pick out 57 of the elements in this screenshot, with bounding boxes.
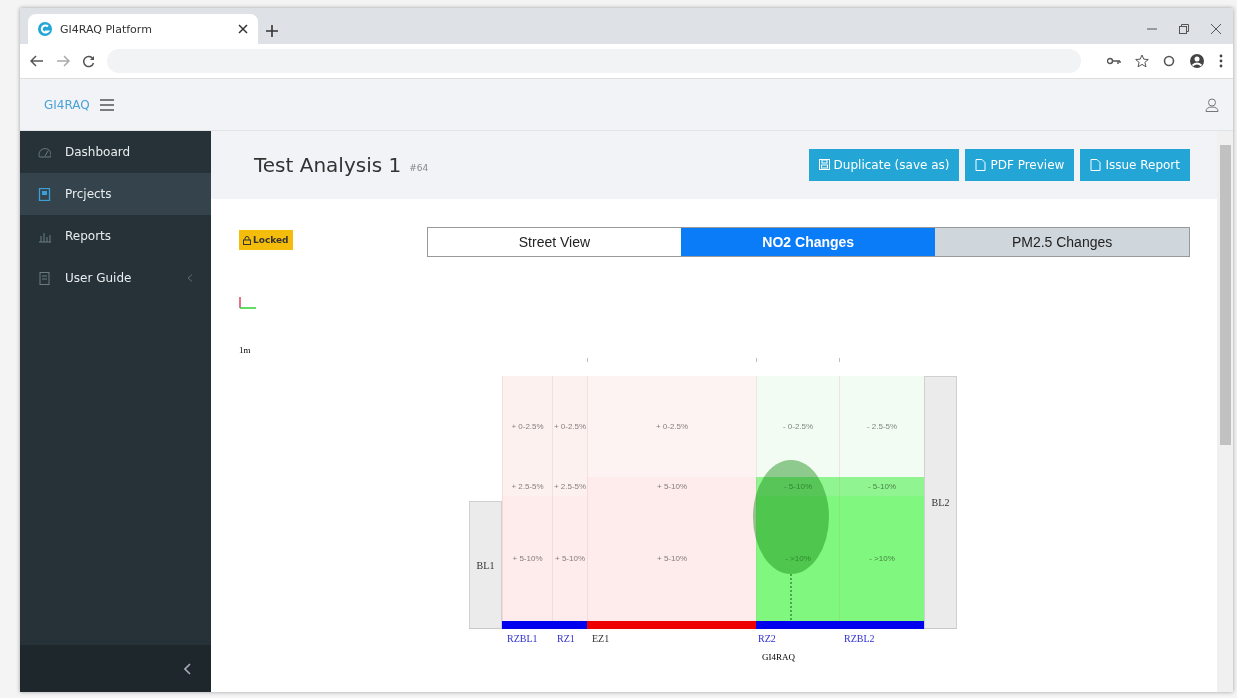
key-icon[interactable] <box>1107 57 1121 65</box>
lock-icon <box>243 235 251 245</box>
save-icon <box>818 159 830 171</box>
zone-label: EZ1 <box>592 633 610 644</box>
record-id: #64 <box>409 163 429 173</box>
change-cell: + 0-2.5% <box>552 376 587 477</box>
building-label: BL1 <box>476 559 495 571</box>
change-cell: + 5-10% <box>587 496 756 621</box>
zone-label: RZBL1 <box>507 633 538 644</box>
new-tab-icon[interactable] <box>266 25 278 37</box>
change-cell: - 5-10% <box>839 477 924 496</box>
change-cell: - >10% <box>839 496 924 621</box>
circle-icon[interactable] <box>1163 55 1175 67</box>
page-title: Test Analysis 1 <box>254 153 402 177</box>
sidebar-item[interactable]: Prcjects <box>20 173 211 215</box>
sidebar-item[interactable]: Dashboard <box>20 131 211 173</box>
back-icon[interactable] <box>30 55 44 67</box>
scrollbar-thumb[interactable] <box>1219 145 1231 445</box>
star-icon[interactable] <box>1135 54 1149 68</box>
sidebar-item[interactable]: User Guide <box>20 257 211 299</box>
view-tab[interactable]: NO2 Changes <box>681 228 936 256</box>
axis-icon <box>239 297 257 309</box>
zone-label: RZ2 <box>758 633 776 644</box>
zone-label: RZBL2 <box>844 633 875 644</box>
zone-label: RZ1 <box>557 633 575 644</box>
close-icon[interactable] <box>1211 24 1221 34</box>
change-cell: + 5-10% <box>587 477 756 496</box>
chevron-icon[interactable] <box>184 662 191 675</box>
nav-icon <box>38 271 51 285</box>
restore-icon[interactable] <box>1179 24 1189 34</box>
change-cell: + 5-10% <box>502 496 552 621</box>
tab-title: GI4RAQ Platform <box>60 22 153 36</box>
scale-label: 1m <box>239 345 251 355</box>
change-cell: + 0-2.5% <box>587 376 756 477</box>
browser-tab[interactable]: GI4RAQ Platform <box>28 14 258 44</box>
change-cell: - 0-2.5% <box>756 376 839 477</box>
logo-icon <box>38 22 52 36</box>
document-icon <box>975 159 987 171</box>
sidebar-item[interactable]: Reports <box>20 215 211 257</box>
user-icon[interactable] <box>1205 97 1219 112</box>
view-tab[interactable]: PM2.5 Changes <box>935 228 1189 256</box>
close-icon[interactable] <box>238 24 248 34</box>
change-cell: + 5-10% <box>552 496 587 621</box>
change-cell: + 2.5-5% <box>502 477 552 496</box>
nav-icon <box>38 145 51 159</box>
status-badge: Locked <box>239 230 293 250</box>
document-icon <box>1090 159 1102 171</box>
account-icon[interactable] <box>1189 53 1205 69</box>
reload-icon[interactable] <box>82 54 95 68</box>
more-icon[interactable] <box>1219 54 1223 68</box>
nav-icon <box>38 187 51 201</box>
change-cell: - 2.5-5% <box>839 376 924 477</box>
menu-icon[interactable] <box>99 98 114 111</box>
marker-label: GI4RAQ <box>762 652 795 662</box>
building-label: BL2 <box>931 497 950 508</box>
change-cell: + 2.5-5% <box>552 477 587 496</box>
change-cell: + 0-2.5% <box>502 376 552 477</box>
